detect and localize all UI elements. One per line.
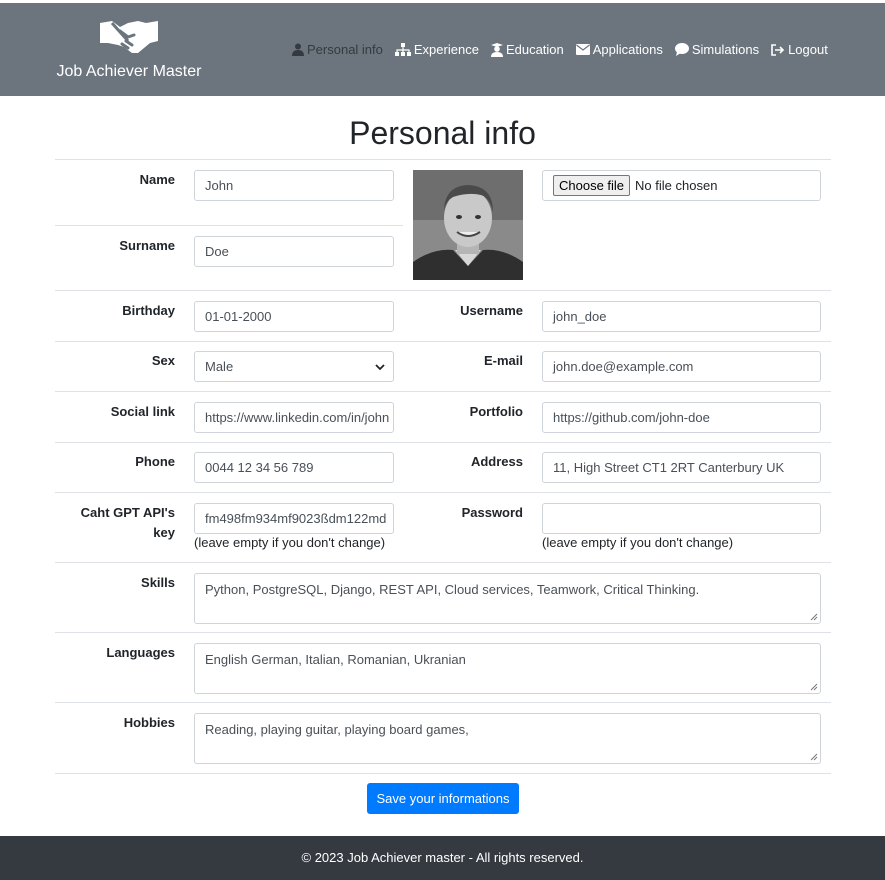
email-input[interactable]: john.doe@example.com	[542, 351, 821, 382]
languages-textarea[interactable]: English German, Italian, Romanian, Ukran…	[194, 643, 821, 694]
photo-file-input[interactable]: Choose file No file chosen	[542, 170, 821, 201]
envelope-icon	[575, 44, 590, 55]
api-key-help: (leave empty if you don't change)	[194, 535, 386, 550]
divider	[55, 492, 831, 493]
navbar: Job Achiever Master Personal info Experi…	[0, 3, 885, 96]
page-title: Personal info	[349, 115, 536, 151]
main-nav: Personal info Experience Education Appli…	[292, 42, 840, 57]
birthday-label: Birthday	[122, 303, 175, 318]
phone-input[interactable]: 0044 12 34 56 789	[194, 452, 394, 483]
birthday-input[interactable]: 01-01-2000	[194, 301, 394, 332]
comment-icon	[674, 43, 689, 56]
api-key-input[interactable]: fm498fm934mf9023ßdm122md	[194, 503, 394, 534]
handshake-icon	[100, 21, 158, 53]
hobbies-label: Hobbies	[123, 715, 175, 730]
resize-handle-icon[interactable]	[810, 753, 818, 761]
skills-label: Skills	[141, 575, 175, 590]
social-link-label: Social link	[110, 404, 175, 419]
nav-label: Simulations	[691, 42, 760, 57]
profile-photo	[413, 170, 523, 280]
nav-label: Personal info	[307, 42, 383, 57]
phone-label: Phone	[135, 454, 175, 469]
username-input[interactable]: john_doe	[542, 301, 821, 332]
file-status: No file chosen	[635, 178, 718, 193]
divider	[55, 290, 831, 291]
resize-handle-icon[interactable]	[810, 683, 818, 691]
languages-value: English German, Italian, Romanian, Ukran…	[205, 652, 466, 667]
divider	[55, 442, 831, 443]
divider	[55, 562, 831, 563]
surname-label: Surname	[119, 238, 175, 253]
sex-select[interactable]: Male	[194, 351, 394, 382]
hobbies-value: Reading, playing guitar, playing board g…	[205, 722, 469, 737]
nav-label: Logout	[788, 42, 828, 57]
choose-file-button[interactable]: Choose file	[553, 175, 631, 196]
email-label: E-mail	[483, 353, 523, 368]
nav-applications[interactable]: Applications	[575, 42, 663, 57]
nav-logout[interactable]: Logout	[771, 42, 828, 57]
divider	[55, 391, 831, 392]
divider	[55, 632, 831, 633]
divider	[55, 225, 403, 226]
address-label: Address	[470, 454, 523, 469]
divider	[55, 341, 831, 342]
chevron-down-icon	[375, 364, 385, 371]
nav-label: Experience	[413, 42, 479, 57]
save-button[interactable]: Save your informations	[367, 783, 519, 814]
hobbies-textarea[interactable]: Reading, playing guitar, playing board g…	[194, 713, 821, 764]
languages-label: Languages	[106, 645, 175, 660]
sex-selected-value: Male	[205, 359, 234, 374]
sex-label: Sex	[151, 353, 175, 368]
address-input[interactable]: 11, High Street CT1 2RT Canterbury UK	[542, 452, 821, 483]
sign-out-icon	[771, 43, 785, 56]
divider	[55, 159, 831, 160]
footer: © 2023 Job Achiever master - All rights …	[0, 836, 885, 880]
nav-personal-info[interactable]: Personal info	[292, 42, 383, 57]
user-icon	[292, 43, 304, 56]
api-key-label: Caht GPT API's key	[55, 503, 175, 543]
nav-education[interactable]: Education	[490, 42, 564, 57]
nav-label: Education	[505, 42, 564, 57]
resize-handle-icon[interactable]	[810, 613, 818, 621]
graduate-icon	[490, 42, 503, 57]
name-label: Name	[139, 172, 175, 187]
divider	[55, 773, 831, 774]
username-label: Username	[460, 303, 523, 318]
nav-experience[interactable]: Experience	[394, 42, 479, 57]
password-help: (leave empty if you don't change)	[542, 535, 734, 550]
portfolio-input[interactable]: https://github.com/john-doe	[542, 402, 821, 433]
name-input[interactable]: John	[194, 170, 394, 201]
portfolio-label: Portfolio	[469, 404, 523, 419]
sitemap-icon	[394, 43, 411, 56]
skills-value: Python, PostgreSQL, Django, REST API, Cl…	[205, 582, 700, 597]
password-input[interactable]	[542, 503, 821, 534]
api-key-label-line2: key	[153, 525, 175, 540]
nav-simulations[interactable]: Simulations	[674, 42, 760, 57]
brand[interactable]: Job Achiever Master	[56, 17, 202, 81]
footer-text: © 2023 Job Achiever master - All rights …	[301, 850, 584, 865]
social-link-input[interactable]: https://www.linkedin.com/in/john	[194, 402, 394, 433]
api-key-label-line1: Caht GPT API's	[80, 505, 175, 520]
password-label: Password	[461, 505, 523, 520]
brand-name: Job Achiever Master	[56, 63, 202, 80]
divider	[55, 702, 831, 703]
skills-textarea[interactable]: Python, PostgreSQL, Django, REST API, Cl…	[194, 573, 821, 624]
nav-label: Applications	[592, 42, 663, 57]
surname-input[interactable]: Doe	[194, 236, 394, 267]
